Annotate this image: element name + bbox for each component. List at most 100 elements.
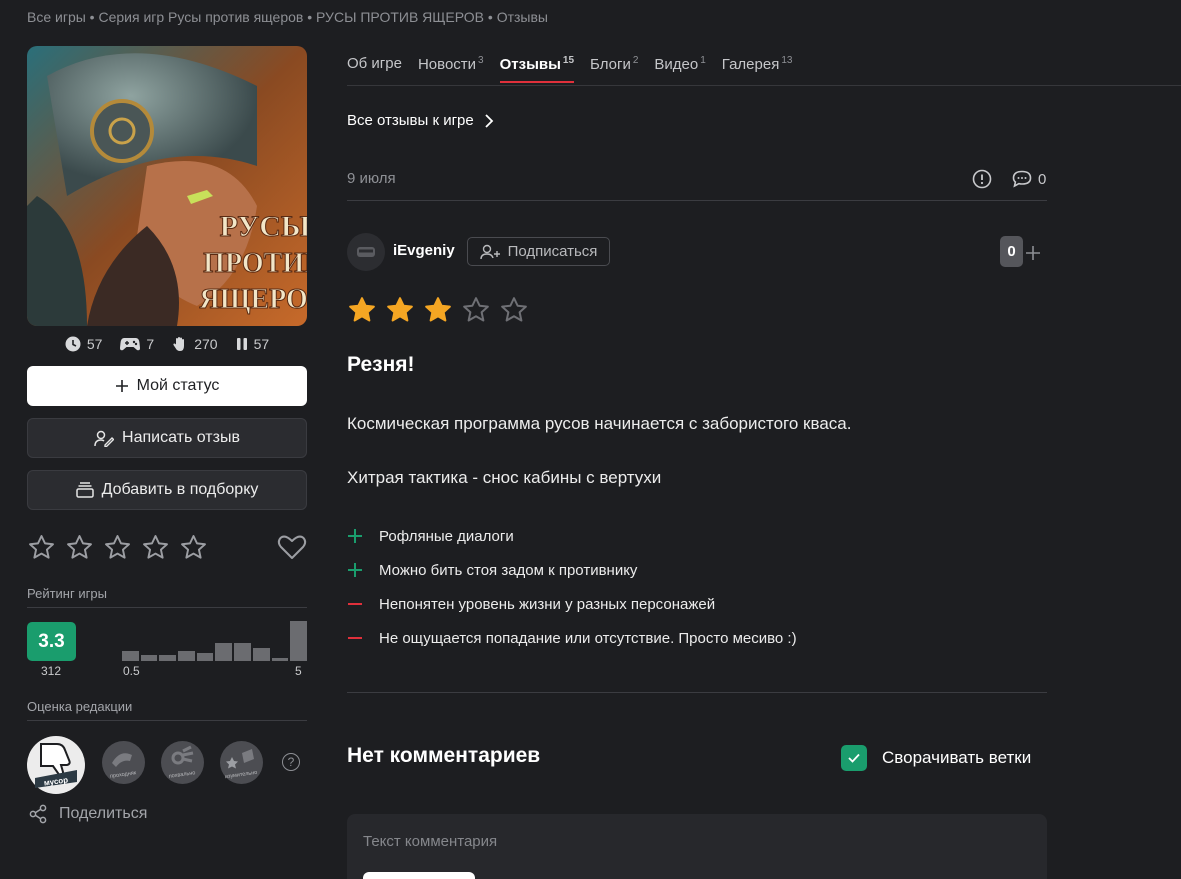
clock-icon (65, 336, 81, 352)
review-date: 9 июля (347, 170, 396, 187)
tab-label: Галерея (721, 56, 780, 73)
author-username[interactable]: iEvgeniy (393, 242, 455, 259)
help-icon[interactable]: ? (282, 753, 300, 771)
histogram-bar (140, 655, 158, 661)
tab-about[interactable]: Об игре (347, 55, 402, 83)
subscribe-label: Подписаться (507, 243, 598, 260)
add-collection-button[interactable]: Добавить в подборку (27, 470, 307, 510)
star-outline-icon[interactable] (27, 533, 56, 562)
editor-label: Оценка редакции (27, 699, 133, 714)
my-status-button[interactable]: Мой статус (27, 366, 307, 406)
star-outline-icon[interactable] (103, 533, 132, 562)
gamepad-icon (120, 338, 141, 351)
add-user-icon (479, 244, 500, 259)
stat-playing[interactable]: 57 (65, 336, 102, 352)
badge-label: изумительно (225, 770, 258, 780)
share-icon (29, 804, 47, 824)
editor-badge-amazing[interactable]: изумительно (220, 741, 263, 784)
ok-hand-icon: похвально (168, 745, 196, 780)
editor-badge-passable[interactable]: проходняк (102, 741, 145, 784)
divider (27, 720, 307, 721)
tab-label: Отзывы (499, 56, 561, 73)
pro-item: Рофляные диалоги (347, 519, 797, 553)
stat-completed[interactable]: 7 (120, 336, 154, 352)
con-text: Не ощущается попадание или отсутствие. П… (379, 629, 797, 647)
comments-counter[interactable]: 0 (1012, 170, 1046, 188)
comment-input[interactable] (363, 833, 1023, 850)
fold-threads-checkbox[interactable] (841, 745, 867, 771)
comment-submit-button[interactable] (363, 872, 475, 879)
breadcrumb-all-games[interactable]: Все игры (27, 9, 86, 25)
editor-badge-trash[interactable]: мусор (27, 736, 85, 794)
tab-label: Об игре (347, 55, 402, 72)
game-tabs: Об игре Новости 3 Отзывы 15 Блоги 2 Видео 1 … (347, 55, 792, 83)
review-meta: 0 (972, 169, 1046, 189)
pro-text: Можно бить стоя задом к противнику (379, 561, 638, 579)
minus-icon (347, 596, 379, 612)
star-icon (425, 297, 451, 322)
breadcrumb: Все игры • Серия игр Русы против ящеров … (27, 9, 548, 25)
tab-label: Блоги (590, 56, 631, 73)
avatar[interactable] (347, 233, 385, 271)
tab-video[interactable]: Видео 1 (654, 55, 705, 83)
write-review-button[interactable]: Написать отзыв (27, 418, 307, 458)
star-icon (501, 297, 527, 322)
hand-icon (173, 337, 185, 351)
tab-news[interactable]: Новости 3 (418, 55, 484, 83)
tab-reviews[interactable]: Отзывы 15 (499, 55, 575, 83)
pro-item: Можно бить стоя задом к противнику (347, 553, 797, 587)
stat-paused[interactable]: 57 (236, 336, 269, 352)
minus-icon (347, 630, 379, 646)
fold-threads-label: Сворачивать ветки (882, 748, 1032, 767)
star-outline-icon[interactable] (65, 533, 94, 562)
breadcrumb-series[interactable]: Серия игр Русы против ящеров (98, 9, 303, 25)
breadcrumb-game[interactable]: РУСЫ ПРОТИВ ЯЩЕРОВ (316, 9, 484, 25)
divider (347, 692, 1047, 693)
subscribe-button[interactable]: Подписаться (467, 237, 610, 266)
hand-wave-icon: проходняк (110, 753, 137, 780)
review-stars (347, 295, 529, 325)
share-button[interactable]: Поделиться (29, 804, 147, 824)
tab-count: 2 (632, 55, 639, 66)
rating-score: 3.3 (27, 622, 76, 661)
cover-title-line: ЯЩЕРОВ (199, 284, 307, 315)
tab-count: 1 (700, 55, 706, 66)
histogram-max-label: 5 (295, 664, 302, 678)
comment-composer (347, 814, 1047, 879)
write-icon (94, 430, 115, 447)
all-reviews-link[interactable]: Все отзывы к игре (347, 112, 494, 129)
collection-icon (75, 482, 94, 498)
rating-histogram (122, 621, 308, 661)
review-karma: 0 (1000, 236, 1023, 267)
tab-count: 13 (781, 55, 793, 66)
tab-blogs[interactable]: Блоги 2 (590, 55, 638, 83)
game-cover[interactable]: РУСЫ ПРОТИВ ЯЩЕРОВ (27, 46, 307, 326)
all-reviews-label: Все отзывы к игре (347, 112, 474, 129)
star-icon (349, 297, 375, 322)
heart-icon[interactable] (277, 533, 307, 566)
tab-count: 15 (562, 55, 575, 66)
check-icon (848, 753, 860, 763)
plus-icon (115, 380, 128, 392)
plus-icon (347, 528, 379, 544)
con-item: Не ощущается попадание или отсутствие. П… (347, 621, 797, 655)
fold-threads-toggle[interactable]: Сворачивать ветки (841, 745, 1031, 771)
badge-label: проходняк (110, 770, 137, 780)
histogram-min-label: 0.5 (123, 664, 140, 678)
cover-title-line: ПРОТИВ (203, 248, 307, 279)
report-icon[interactable] (972, 169, 992, 189)
histogram-bar (159, 655, 177, 661)
editor-badge-praiseworthy[interactable]: похвально (161, 741, 204, 784)
breadcrumb-separator: • (303, 9, 317, 25)
stat-dropped[interactable]: 270 (172, 336, 218, 352)
star-icon (387, 297, 413, 322)
histogram-bar (252, 648, 270, 661)
comments-count: 0 (1038, 170, 1047, 188)
cover-title-line: РУСЫ (220, 210, 307, 243)
review-title: Резня! (347, 353, 415, 376)
upvote-plus-icon[interactable] (1025, 240, 1041, 267)
pro-text: Рофляные диалоги (379, 527, 514, 545)
star-outline-icon[interactable] (141, 533, 170, 562)
star-outline-icon[interactable] (179, 533, 208, 562)
tab-gallery[interactable]: Галерея 13 (722, 55, 793, 83)
